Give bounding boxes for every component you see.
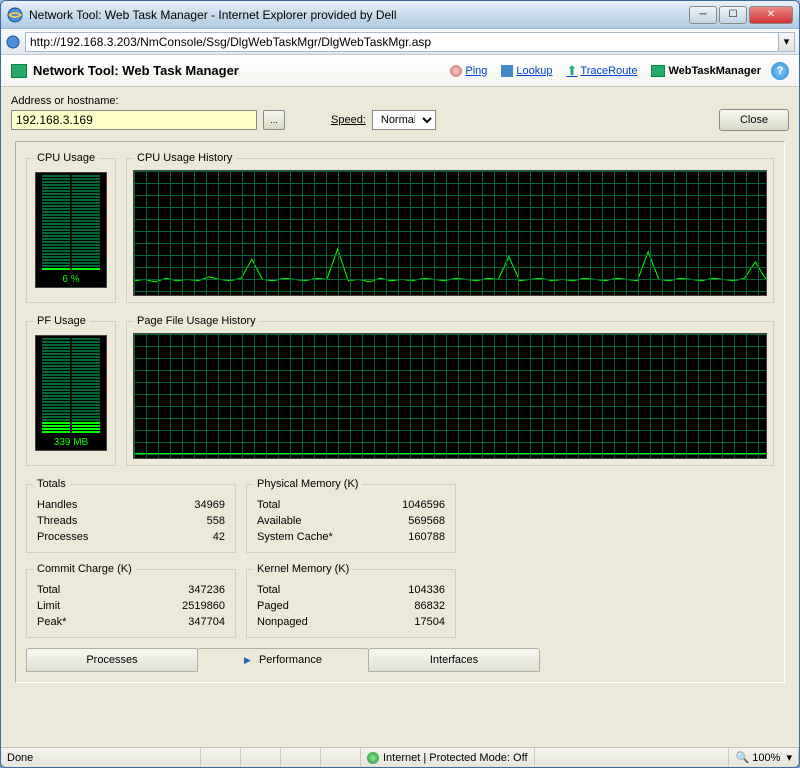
totals-title: Totals (33, 478, 70, 490)
totals-box: Totals Handles34969 Threads558 Processes… (26, 478, 236, 553)
physmem-title: Physical Memory (K) (253, 478, 362, 490)
threads-value: 558 (154, 514, 227, 528)
titlebar[interactable]: Network Tool: Web Task Manager - Interne… (1, 1, 799, 29)
kernel-nonpaged-label: Nonpaged (255, 615, 364, 629)
pf-history-title: Page File Usage History (133, 315, 260, 327)
processes-label: Processes (35, 530, 152, 544)
address-label: Address or hostname: (11, 95, 789, 107)
physmem-cache-value: 160788 (377, 530, 447, 544)
close-button[interactable]: Close (719, 109, 789, 131)
browse-button[interactable]: ... (263, 110, 285, 130)
window-close-button[interactable]: ✕ (749, 6, 793, 24)
app-window: Network Tool: Web Task Manager - Interne… (0, 0, 800, 768)
app-title: Network Tool: Web Task Manager (11, 63, 450, 78)
cpu-history-graph (133, 170, 767, 296)
handles-label: Handles (35, 498, 152, 512)
url-field[interactable]: http://192.168.3.203/NmConsole/Ssg/DlgWe… (25, 32, 779, 52)
physmem-total-label: Total (255, 498, 375, 512)
tab-performance[interactable]: ▶Performance (197, 648, 369, 672)
commit-total-label: Total (35, 583, 114, 597)
maximize-button[interactable]: ☐ (719, 6, 747, 24)
toolbar-links: Ping Lookup ⬆TraceRoute WebTaskManager (450, 63, 761, 79)
processes-value: 42 (154, 530, 227, 544)
kernel-title: Kernel Memory (K) (253, 563, 353, 575)
stats-row-2: Commit Charge (K) Total347236 Limit25198… (26, 563, 774, 638)
cpu-history-title: CPU Usage History (133, 152, 236, 164)
traceroute-icon: ⬆ (567, 63, 578, 79)
url-dropdown[interactable]: ▾ (779, 32, 795, 52)
ping-link[interactable]: Ping (450, 65, 487, 77)
status-bar: Done Internet | Protected Mode: Off 🔍 10… (1, 747, 799, 767)
lookup-icon (501, 65, 513, 77)
kernel-total-label: Total (255, 583, 364, 597)
kernel-nonpaged-value: 17504 (366, 615, 447, 629)
status-done: Done (1, 748, 201, 767)
address-bar: http://192.168.3.203/NmConsole/Ssg/DlgWe… (1, 29, 799, 55)
pf-history-box: Page File Usage History (126, 315, 774, 466)
physmem-total-value: 1046596 (377, 498, 447, 512)
physmem-cache-label: System Cache* (255, 530, 375, 544)
browser-content: Network Tool: Web Task Manager Ping Look… (1, 55, 799, 747)
pf-row: PF Usage 339 MB Page File Usage History (26, 315, 774, 466)
window-controls: ─ ☐ ✕ (689, 6, 793, 24)
pf-trace-line (134, 453, 766, 454)
cpu-meter-box: CPU Usage 6 % (26, 152, 116, 303)
tab-interfaces[interactable]: Interfaces (368, 648, 540, 672)
main-panel: Address or hostname: ... Speed: Normal C… (1, 87, 799, 747)
pf-meter-title: PF Usage (33, 315, 90, 327)
minimize-button[interactable]: ─ (689, 6, 717, 24)
tabs: Processes ▶Performance Interfaces (26, 648, 774, 672)
performance-section: CPU Usage 6 % CPU Usage History (15, 141, 785, 683)
wtm-icon (651, 65, 665, 77)
tab-processes[interactable]: Processes (26, 648, 198, 672)
pf-meter: 339 MB (35, 335, 107, 451)
commit-limit-value: 2519860 (116, 599, 227, 613)
webtaskmanager-link[interactable]: WebTaskManager (651, 65, 761, 77)
input-row: Address or hostname: ... Speed: Normal C… (1, 87, 799, 135)
app-icon (11, 64, 27, 78)
kernel-paged-value: 86832 (366, 599, 447, 613)
commit-total-value: 347236 (116, 583, 227, 597)
pf-value: 339 MB (54, 437, 88, 448)
speed-select[interactable]: Normal (372, 110, 436, 130)
threads-label: Threads (35, 514, 152, 528)
commit-title: Commit Charge (K) (33, 563, 136, 575)
ping-icon (450, 65, 462, 77)
titlebar-text: Network Tool: Web Task Manager - Interne… (29, 8, 689, 22)
commit-limit-label: Limit (35, 599, 114, 613)
physmem-avail-label: Available (255, 514, 375, 528)
physmem-avail-value: 569568 (377, 514, 447, 528)
commit-peak-value: 347704 (116, 615, 227, 629)
pf-history-graph (133, 333, 767, 459)
app-toolbar: Network Tool: Web Task Manager Ping Look… (1, 55, 799, 87)
hostname-input[interactable] (11, 110, 257, 130)
cpu-history-box: CPU Usage History (126, 152, 774, 303)
commit-box: Commit Charge (K) Total347236 Limit25198… (26, 563, 236, 638)
kernel-box: Kernel Memory (K) Total104336 Paged86832… (246, 563, 456, 638)
status-zone: Internet | Protected Mode: Off (361, 748, 535, 767)
internet-zone-icon (367, 752, 379, 764)
commit-peak-label: Peak* (35, 615, 114, 629)
active-tab-icon: ▶ (244, 655, 251, 666)
zoom-control[interactable]: 🔍 100% ▾ (729, 748, 799, 767)
stats-row-1: Totals Handles34969 Threads558 Processes… (26, 478, 774, 553)
pf-meter-box: PF Usage 339 MB (26, 315, 116, 466)
zoom-icon: 🔍 (735, 751, 749, 764)
physmem-box: Physical Memory (K) Total1046596 Availab… (246, 478, 456, 553)
cpu-meter: 6 % (35, 172, 107, 288)
lookup-link[interactable]: Lookup (501, 65, 552, 77)
ie-icon (7, 7, 23, 23)
speed-label: Speed: (331, 114, 366, 126)
traceroute-link[interactable]: ⬆TraceRoute (567, 63, 638, 79)
page-icon (5, 34, 21, 50)
kernel-total-value: 104336 (366, 583, 447, 597)
cpu-row: CPU Usage 6 % CPU Usage History (26, 152, 774, 303)
cpu-value: 6 % (62, 274, 79, 285)
handles-value: 34969 (154, 498, 227, 512)
kernel-paged-label: Paged (255, 599, 364, 613)
cpu-meter-title: CPU Usage (33, 152, 99, 164)
help-button[interactable]: ? (771, 62, 789, 80)
